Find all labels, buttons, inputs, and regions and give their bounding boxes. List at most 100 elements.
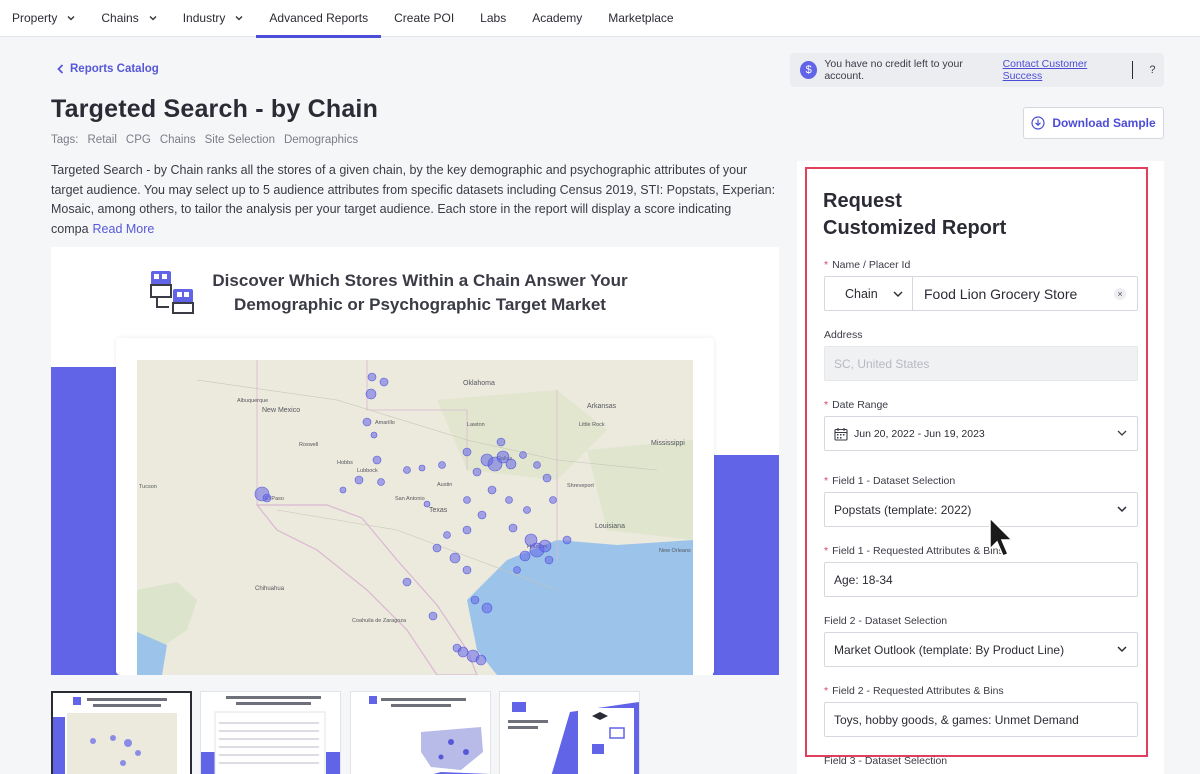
clear-icon[interactable]: × xyxy=(1114,288,1126,300)
nav-industry[interactable]: Industry xyxy=(170,0,257,37)
help-button[interactable]: ? xyxy=(1141,58,1164,82)
field1-attributes-label: * Field 1 - Requested Attributes & Bins xyxy=(824,545,1004,557)
name-label-text: Name / Placer Id xyxy=(832,259,911,271)
store-map: Oklahoma Arkansas New Mexico Texas Louis… xyxy=(137,360,693,675)
name-input[interactable]: Food Lion Grocery Store × xyxy=(912,276,1138,311)
page-title: Targeted Search - by Chain xyxy=(51,95,379,123)
tag: Retail xyxy=(87,134,117,146)
divider xyxy=(1131,61,1133,79)
store-marker xyxy=(403,466,411,474)
address-placeholder: SC, United States xyxy=(834,356,930,371)
field2-dataset-select[interactable]: Market Outlook (template: By Product Lin… xyxy=(824,632,1138,667)
store-marker xyxy=(452,643,462,653)
map-label: Amarillo xyxy=(375,420,395,426)
map-label: Tucson xyxy=(139,484,157,490)
calendar-icon xyxy=(834,427,848,441)
date-range-picker[interactable]: Jun 20, 2022 - Jun 19, 2023 xyxy=(824,416,1138,451)
required-marker: * xyxy=(824,259,829,271)
store-marker xyxy=(523,506,531,514)
tags-label: Tags: xyxy=(51,134,79,146)
store-marker xyxy=(549,496,557,504)
tag: Demographics xyxy=(283,134,359,146)
store-marker xyxy=(365,388,377,400)
map-label: Little Rock xyxy=(579,422,605,428)
map-label: Texas xyxy=(429,507,448,514)
date-range-label: * Date Range xyxy=(824,399,888,411)
required-marker: * xyxy=(824,685,829,697)
coin-icon: $ xyxy=(800,61,818,79)
required-marker: * xyxy=(824,475,829,487)
store-marker xyxy=(508,523,518,533)
thumbnail-4[interactable] xyxy=(499,691,640,774)
request-title-line: Customized Report xyxy=(823,217,1007,239)
store-marker xyxy=(418,464,426,472)
thumbnail-3[interactable] xyxy=(350,691,491,774)
map-label: Albuquerque xyxy=(237,398,268,404)
thumbnail-icons-preview xyxy=(508,702,639,774)
store-marker xyxy=(438,461,446,469)
tag: CPG xyxy=(125,134,151,146)
nav-academy[interactable]: Academy xyxy=(519,0,595,37)
request-title: Request Customized Report xyxy=(823,188,1006,242)
entity-type-select[interactable]: Chain xyxy=(824,276,913,311)
store-marker xyxy=(496,437,506,447)
store-marker xyxy=(443,531,451,539)
map-label: Louisiana xyxy=(595,523,625,530)
request-panel-highlight xyxy=(805,167,1148,757)
field1-dataset-label-text: Field 1 - Dataset Selection xyxy=(832,475,956,487)
map-label: Shreveport xyxy=(567,483,594,489)
field2-attributes-label: * Field 2 - Requested Attributes & Bins xyxy=(824,685,1004,697)
store-marker xyxy=(542,473,552,483)
reports-catalog-link[interactable]: Reports Catalog xyxy=(57,63,159,75)
thumbnail-1[interactable] xyxy=(51,691,192,774)
nav-marketplace[interactable]: Marketplace xyxy=(595,0,686,37)
store-marker xyxy=(519,550,531,562)
map-label: Chihuahua xyxy=(255,586,285,592)
field2-attributes-value: Toys, hobby goods, & games: Unmet Demand xyxy=(834,712,1079,727)
entity-type-value: Chain xyxy=(845,286,878,301)
nav-create-poi[interactable]: Create POI xyxy=(381,0,467,37)
chevron-down-icon xyxy=(67,16,75,21)
store-marker xyxy=(487,485,497,495)
read-more-link[interactable]: Read More xyxy=(93,222,155,236)
date-range-value: Jun 20, 2022 - Jun 19, 2023 xyxy=(854,427,985,440)
store-marker xyxy=(538,539,552,553)
nav-label: Industry xyxy=(182,11,226,25)
store-marker xyxy=(402,577,412,587)
nav-labs[interactable]: Labs xyxy=(467,0,519,37)
field2-attributes-label-text: Field 2 - Requested Attributes & Bins xyxy=(832,685,1004,697)
name-input-value: Food Lion Grocery Store xyxy=(924,285,1078,302)
credit-notice: $ You have no credit left to your accoun… xyxy=(790,53,1164,87)
nav-label: Property xyxy=(12,11,58,25)
date-label-text: Date Range xyxy=(832,399,889,411)
field1-dataset-select[interactable]: Popstats (template: 2022) xyxy=(824,492,1138,527)
required-marker: * xyxy=(824,399,829,411)
nav-label: Academy xyxy=(532,11,583,25)
tag: Site Selection xyxy=(204,134,275,146)
chevron-down-icon xyxy=(235,16,243,21)
address-field-label: Address xyxy=(824,329,863,341)
nav-property[interactable]: Property xyxy=(0,0,88,37)
store-marker xyxy=(505,458,517,470)
store-marker xyxy=(423,500,431,508)
nav-chains[interactable]: Chains xyxy=(88,0,169,37)
contact-customer-success-link[interactable]: Contact Customer Success xyxy=(1003,58,1125,82)
map-label: New Mexico xyxy=(262,407,300,414)
chevron-down-icon xyxy=(1117,506,1127,513)
store-marker xyxy=(339,486,347,494)
download-sample-button[interactable]: Download Sample xyxy=(1023,107,1164,139)
map-label: Lubbock xyxy=(357,468,378,474)
tag: Chains xyxy=(159,134,196,146)
nav-label: Chains xyxy=(101,11,139,25)
chevron-down-icon xyxy=(1117,646,1127,653)
reports-catalog-label: Reports Catalog xyxy=(70,63,159,75)
field2-attributes-input[interactable]: Toys, hobby goods, & games: Unmet Demand xyxy=(824,702,1138,737)
map-label: Oklahoma xyxy=(463,380,495,387)
store-marker xyxy=(432,543,442,553)
map-label: New Orleans xyxy=(659,548,691,554)
store-marker xyxy=(362,417,372,427)
nav-advanced-reports[interactable]: Advanced Reports xyxy=(256,0,381,38)
field1-attributes-input[interactable]: Age: 18-34 xyxy=(824,562,1138,597)
thumbnail-2[interactable] xyxy=(200,691,341,774)
store-marker xyxy=(462,447,472,457)
